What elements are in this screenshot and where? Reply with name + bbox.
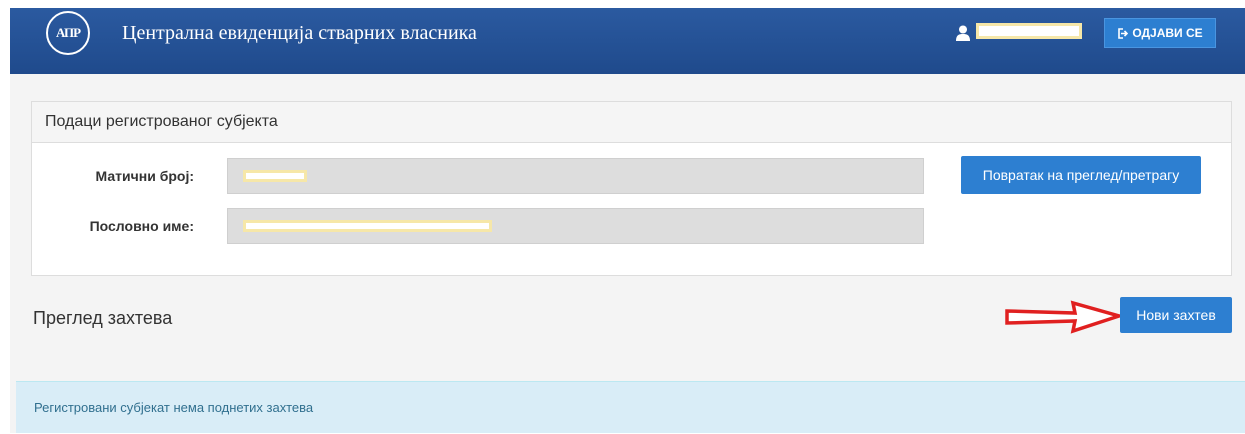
new-request-button[interactable]: Нови захтев (1120, 297, 1232, 333)
no-requests-alert: Регистровани субјекат нема поднетих захт… (16, 381, 1245, 433)
logout-button[interactable]: ОДЈАВИ СЕ (1104, 18, 1216, 48)
registration-number-field (227, 158, 924, 194)
registration-number-label: Матични број: (95, 168, 194, 184)
username-redacted (976, 23, 1082, 39)
business-name-label: Пословно име: (89, 218, 194, 234)
back-to-search-button[interactable]: Повратак на преглед/претрагу (961, 156, 1201, 194)
requests-section-title: Преглед захтева (33, 308, 173, 328)
panel-heading: Подаци регистрованог субјекта (32, 102, 1231, 143)
business-name-field (227, 208, 924, 244)
apr-logo: АПР (46, 11, 90, 55)
user-icon (956, 25, 970, 41)
app-header: АПР Централна евиденција стварних власни… (10, 8, 1245, 74)
logout-label: ОДЈАВИ СЕ (1132, 26, 1203, 40)
entity-data-panel: Подаци регистрованог субјекта Матични бр… (31, 101, 1232, 276)
logo-text: АПР (55, 25, 81, 40)
logout-icon (1118, 27, 1129, 39)
app-title: Централна евиденција стварних власника (122, 22, 477, 44)
registration-number-redacted (243, 170, 307, 182)
red-arrow-annotation (1005, 300, 1123, 334)
business-name-redacted (243, 220, 492, 232)
